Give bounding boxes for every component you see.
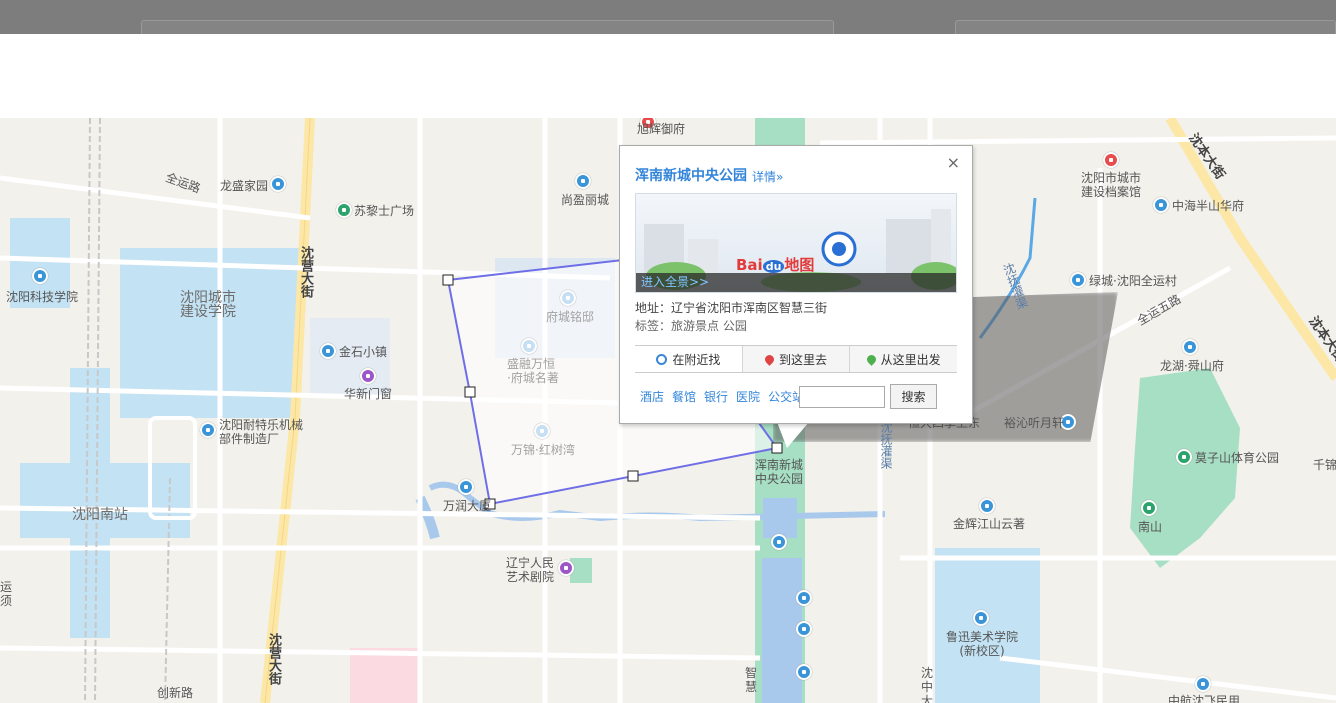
search-icon <box>656 353 668 365</box>
poi-label-luxun: 鲁迅美术学院 (新校区) <box>946 630 1019 658</box>
poi-label-nanshan: 南山 <box>1138 520 1163 534</box>
poi-icon[interactable] <box>360 368 376 384</box>
poi-icon[interactable] <box>1070 272 1086 288</box>
road-label-zhihui: 智 慧 <box>745 666 758 694</box>
ghost-search-box <box>141 20 834 34</box>
poi-icon[interactable] <box>1141 500 1157 516</box>
poi-icon[interactable] <box>320 343 336 359</box>
poi-icon[interactable] <box>534 423 550 439</box>
poi-icon[interactable] <box>796 590 812 606</box>
poi-label-shengrong: 盛融万恒 ·府城名著 <box>507 357 559 385</box>
poi-label-huaxin: 华新门窗 <box>344 387 393 401</box>
poi-label-fuchengminglu: 府城铭邸 <box>546 310 595 324</box>
nearby-categories: 酒店 餐馆 银行 医院 公交站 <box>640 388 804 405</box>
poi-icon[interactable] <box>973 610 989 626</box>
road-label-shenying: 沈营大街 <box>298 246 313 298</box>
poi-label-zhonghai: 中海半山华府 <box>1172 199 1245 213</box>
tab-start-here[interactable]: 从这里出发 <box>850 346 957 372</box>
dimmed-overlay-top <box>0 0 1336 34</box>
enter-panorama-link[interactable]: 进入全景>> <box>636 273 956 292</box>
canal-label-shenfu-2: 沈抚灌渠 <box>879 421 893 469</box>
nearby-search-input[interactable] <box>799 386 885 408</box>
poi-label-lvcheng: 绿城·沈阳全运村 <box>1089 274 1177 288</box>
poi-label-nanzhan: 沈阳南站 <box>72 507 128 523</box>
details-link[interactable]: 详情» <box>752 168 783 185</box>
poi-icon[interactable] <box>458 479 474 495</box>
poi-label-zhonghang: 中航沈飞民用 <box>1168 694 1241 703</box>
poi-icon[interactable] <box>270 176 286 192</box>
poi-label-longhu: 龙湖·舜山府 <box>1160 359 1224 373</box>
poi-icon[interactable] <box>521 338 537 354</box>
nearby-link-bank[interactable]: 银行 <box>704 388 728 405</box>
panorama-thumbnail[interactable]: Bai du 地图 进入全景>> <box>635 193 957 293</box>
poi-label-mozi: 莫子山体育公园 <box>1195 451 1280 465</box>
poi-icon[interactable] <box>560 290 576 306</box>
tab-nearby-search[interactable]: 在附近找 <box>635 346 743 372</box>
poi-icon[interactable] <box>771 534 787 550</box>
poi-label-jianshe: 沈阳城市 建设学院 <box>180 290 236 320</box>
poi-icon[interactable] <box>32 268 48 284</box>
poi-label-kejiyuan: 沈阳科技学院 <box>6 290 79 304</box>
poi-label-jinshi: 金石小镇 <box>339 345 388 359</box>
destination-pin-icon <box>763 352 776 366</box>
place-tags: 标签：旅游景点 公园 <box>635 319 747 333</box>
place-info-popup: × 浑南新城中央公园 详情» Bai du 地图 进入全景>> 地址：辽宁省沈阳市浑… <box>619 145 973 424</box>
header-band <box>0 34 1336 118</box>
poi-label-yuqin: 裕沁听月轩 <box>1004 416 1065 430</box>
poi-icon[interactable] <box>796 664 812 680</box>
poi-label-qianjin: 千锦 <box>1313 458 1336 472</box>
poi-label-longsheng: 龙盛家园 <box>220 179 269 193</box>
poi-icon[interactable] <box>558 560 574 576</box>
poi-label-city-archive: 沈阳市城市 建设档案馆 <box>1081 171 1142 199</box>
place-title[interactable]: 浑南新城中央公园 <box>635 165 747 185</box>
nearby-search-button[interactable]: 搜索 <box>890 384 937 409</box>
poi-label-wanjin: 万锦·红树湾 <box>511 443 575 457</box>
road-label-chenzhong: 沈 中 大 <box>921 666 934 703</box>
poi-icon[interactable] <box>1153 197 1169 213</box>
popup-tail <box>777 422 809 448</box>
poi-label-hunnan-park: 浑南新城 中央公园 <box>755 458 804 486</box>
poi-label-shangying: 尚盈丽城 <box>561 193 610 207</box>
origin-pin-icon <box>864 352 878 366</box>
tab-go-here[interactable]: 到这里去 <box>743 346 851 372</box>
route-tabs: 在附近找 到这里去 从这里出发 <box>635 345 957 373</box>
poi-icon[interactable] <box>575 173 591 189</box>
poi-icon[interactable] <box>1176 449 1192 465</box>
nearby-link-restaurant[interactable]: 餐馆 <box>672 388 696 405</box>
poi-icon[interactable] <box>979 498 995 514</box>
poi-label-naitelai: 沈阳耐特乐机械 部件制造厂 <box>219 418 304 446</box>
poi-label-liaoning-art: 辽宁人民 艺术剧院 <box>506 556 555 584</box>
poi-label-wanrun: 万润大厦 <box>443 499 492 513</box>
poi-label-jinhui: 金辉江山云著 <box>953 517 1026 531</box>
baidu-map-logo: Bai du 地图 <box>736 256 815 274</box>
nearby-link-hospital[interactable]: 医院 <box>736 388 760 405</box>
poi-label-yunyu: 运 须 <box>0 580 13 608</box>
poi-icon[interactable] <box>1195 676 1211 692</box>
ghost-search-box-2 <box>955 20 1336 34</box>
poi-icon[interactable] <box>1182 339 1198 355</box>
poi-icon[interactable] <box>200 422 216 438</box>
poi-label-xuhui: 旭辉御府 <box>637 122 686 136</box>
road-label-shenying-2: 沈营大街 <box>266 633 281 685</box>
poi-icon[interactable] <box>796 621 812 637</box>
poi-icon[interactable] <box>336 202 352 218</box>
poi-label-suli: 苏黎士广场 <box>354 204 415 218</box>
road-label-chuangxin: 创新路 <box>157 686 194 700</box>
poi-icon[interactable] <box>1103 152 1119 168</box>
close-icon[interactable]: × <box>947 153 960 172</box>
nearby-link-hotel[interactable]: 酒店 <box>640 388 664 405</box>
place-address: 地址：辽宁省沈阳市浑南区智慧三街 <box>635 301 828 315</box>
